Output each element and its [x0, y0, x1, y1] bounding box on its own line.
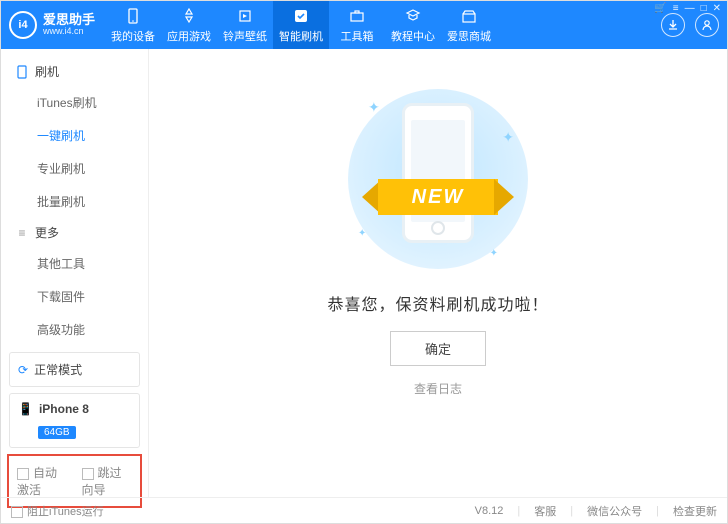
sidebar-group-more: ≡ 更多	[1, 218, 148, 247]
nav-label: 智能刷机	[279, 28, 323, 44]
version-label: V8.12	[475, 505, 504, 517]
status-label: 正常模式	[34, 361, 82, 378]
main-content: ✦ ✦ ✦ ✦ NEW 恭喜您，保资料刷机成功啦！ 确定 查看日志	[149, 49, 727, 497]
sidebar-item-onekey-flash[interactable]: 一键刷机	[1, 119, 148, 152]
device-info[interactable]: 📱 iPhone 8 64GB	[9, 393, 140, 448]
flash-icon	[292, 7, 310, 25]
maximize-icon[interactable]: □	[701, 3, 707, 14]
sidebar-item-advanced[interactable]: 高级功能	[1, 313, 148, 346]
download-button[interactable]	[661, 13, 685, 37]
window-controls: 🛒 ≡ — □ ✕	[654, 3, 721, 14]
ringtone-icon	[236, 7, 254, 25]
nav-label: 教程中心	[391, 28, 435, 44]
apps-icon	[180, 7, 198, 25]
more-icon: ≡	[15, 226, 29, 240]
phone-small-icon: 📱	[18, 402, 33, 416]
nav-apps[interactable]: 应用游戏	[161, 1, 217, 49]
refresh-icon: ⟳	[18, 363, 28, 377]
top-nav: 我的设备 应用游戏 铃声壁纸 智能刷机 工具箱 教程中心	[105, 1, 497, 49]
account-button[interactable]	[695, 13, 719, 37]
nav-store[interactable]: 爱思商城	[441, 1, 497, 49]
device-icon	[124, 7, 142, 25]
ribbon-text: NEW	[378, 179, 498, 215]
nav-label: 我的设备	[111, 28, 155, 44]
sidebar-group-flash: 刷机	[1, 57, 148, 86]
header: 🛒 ≡ — □ ✕ i4 爱思助手 www.i4.cn 我的设备 应用游戏	[1, 1, 727, 49]
footer: 阻止iTunes运行 V8.12 | 客服 | 微信公众号 | 检查更新	[1, 497, 727, 523]
mode-status[interactable]: ⟳ 正常模式	[9, 352, 140, 387]
logo-mark: i4	[9, 11, 37, 39]
nav-label: 铃声壁纸	[223, 28, 267, 44]
device-name: iPhone 8	[39, 402, 89, 416]
block-itunes-checkbox[interactable]: 阻止iTunes运行	[11, 503, 104, 519]
cart-icon[interactable]: 🛒	[654, 3, 666, 14]
view-log-link[interactable]: 查看日志	[414, 380, 462, 397]
store-icon	[460, 7, 478, 25]
checkbox-label: 阻止iTunes运行	[27, 506, 104, 518]
auto-activate-checkbox[interactable]: 自动激活	[17, 464, 68, 498]
logo: i4 爱思助手 www.i4.cn	[9, 11, 95, 39]
sidebar-item-itunes-flash[interactable]: iTunes刷机	[1, 86, 148, 119]
sidebar-item-download-firmware[interactable]: 下载固件	[1, 280, 148, 313]
nav-label: 爱思商城	[447, 28, 491, 44]
phone-icon	[15, 65, 29, 79]
success-message: 恭喜您，保资料刷机成功啦！	[327, 291, 548, 315]
nav-label: 工具箱	[341, 28, 374, 44]
nav-tutorial[interactable]: 教程中心	[385, 1, 441, 49]
app-name: 爱思助手	[43, 13, 95, 27]
sidebar-item-other-tools[interactable]: 其他工具	[1, 247, 148, 280]
nav-label: 应用游戏	[167, 28, 211, 44]
group-title: 刷机	[35, 63, 59, 80]
tutorial-icon	[404, 7, 422, 25]
menu-icon[interactable]: ≡	[673, 3, 679, 14]
nav-my-device[interactable]: 我的设备	[105, 1, 161, 49]
success-illustration: ✦ ✦ ✦ ✦ NEW	[348, 89, 528, 269]
close-icon[interactable]: ✕	[713, 3, 721, 14]
check-update-link[interactable]: 检查更新	[673, 503, 717, 519]
sidebar: 刷机 iTunes刷机 一键刷机 专业刷机 批量刷机 ≡ 更多 其他工具 下载固…	[1, 49, 149, 497]
support-link[interactable]: 客服	[534, 503, 556, 519]
phone-graphic	[402, 103, 474, 243]
app-site: www.i4.cn	[43, 27, 95, 37]
group-title: 更多	[35, 224, 59, 241]
nav-ringtone[interactable]: 铃声壁纸	[217, 1, 273, 49]
skip-guide-checkbox[interactable]: 跳过向导	[82, 464, 133, 498]
nav-flash[interactable]: 智能刷机	[273, 1, 329, 49]
new-ribbon: NEW	[358, 174, 518, 220]
sidebar-item-pro-flash[interactable]: 专业刷机	[1, 152, 148, 185]
toolbox-icon	[348, 7, 366, 25]
ok-button[interactable]: 确定	[390, 331, 486, 366]
storage-badge: 64GB	[38, 426, 76, 439]
sidebar-item-batch-flash[interactable]: 批量刷机	[1, 185, 148, 218]
minimize-icon[interactable]: —	[685, 3, 695, 14]
wechat-link[interactable]: 微信公众号	[587, 503, 642, 519]
nav-toolbox[interactable]: 工具箱	[329, 1, 385, 49]
